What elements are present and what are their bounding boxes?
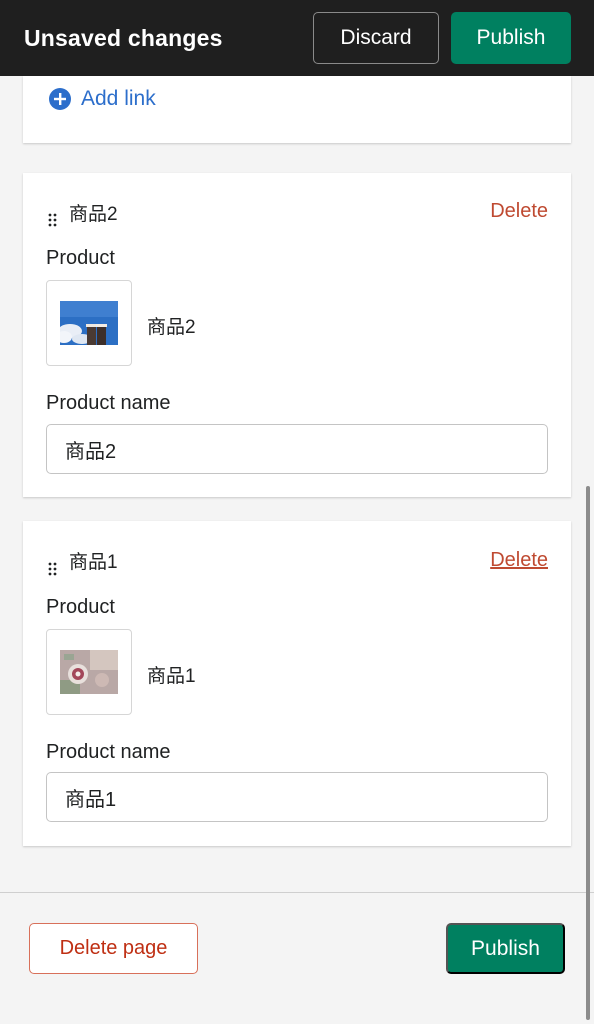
block-title: 商品2 [69,204,118,225]
scrollbar[interactable] [586,486,590,1020]
product-name-text: 商品2 [147,317,196,338]
product-block-card: 商品1 Delete Product 商品1 Product name 商品1 [23,521,571,846]
publish-button-top[interactable]: Publish [451,12,571,64]
product-name-label: Product name [46,392,171,414]
product-picker[interactable] [46,629,132,715]
footer-divider [0,892,594,893]
unsaved-changes-title: Unsaved changes [24,24,223,51]
links-card: Add link [23,76,571,143]
product-name-input[interactable]: 商品2 [46,424,548,474]
product-label: Product [46,247,115,269]
add-link-label: Add link [81,87,156,110]
delete-block-button[interactable]: Delete [490,200,548,223]
add-link-button[interactable]: Add link [49,87,156,111]
product-name-label: Product name [46,741,171,763]
plus-circle-icon [49,88,71,110]
delete-page-button[interactable]: Delete page [29,923,198,974]
product-image [60,650,118,694]
block-title: 商品1 [69,552,118,573]
drag-handle-icon[interactable] [48,562,58,576]
product-name-input[interactable]: 商品1 [46,772,548,822]
product-name-text: 商品1 [147,666,196,687]
discard-button[interactable]: Discard [313,12,439,64]
publish-button-bottom[interactable]: Publish [446,923,565,974]
product-picker[interactable] [46,280,132,366]
drag-handle-icon[interactable] [48,213,58,227]
delete-block-button[interactable]: Delete [490,549,548,572]
product-label: Product [46,596,115,618]
product-block-card: 商品2 Delete Product 商品2 Product name 商品2 [23,173,571,497]
contextual-save-bar: Unsaved changes Discard Publish [0,0,594,76]
product-image [60,301,118,345]
